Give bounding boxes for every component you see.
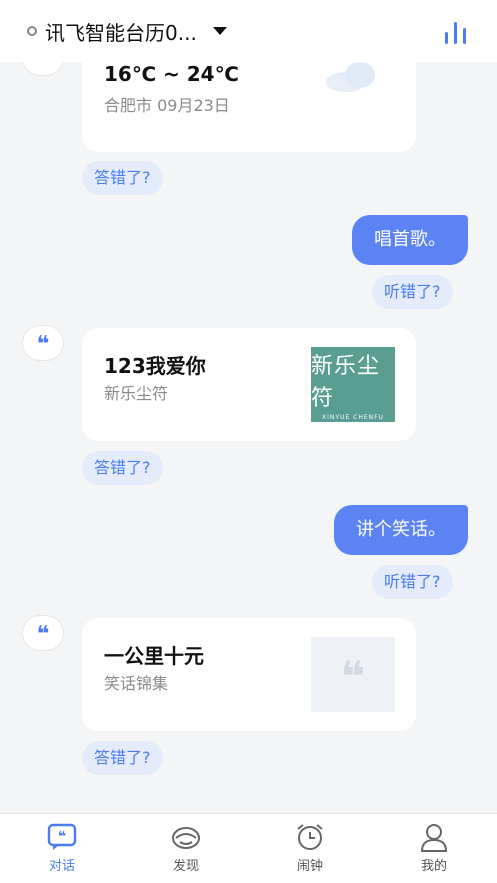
- tab-alarm[interactable]: 闹钟: [248, 814, 372, 883]
- answer-wrong-button[interactable]: 答错了?: [82, 451, 163, 485]
- tab-discover[interactable]: 发现: [124, 814, 248, 883]
- svg-text:❝: ❝: [58, 829, 66, 845]
- weather-card[interactable]: 16℃ ~ 24℃ 合肥市 09月23日: [82, 62, 416, 152]
- user-message: 讲个笑话。: [334, 505, 468, 555]
- heard-wrong-button[interactable]: 听错了?: [372, 275, 453, 309]
- chat-quote-icon: ❝: [47, 823, 77, 850]
- discover-icon: [172, 827, 200, 849]
- top-bar: 讯飞智能台历0...: [0, 0, 497, 62]
- bottom-tab-bar: ❝ 对话 发现 闹钟 我的: [0, 813, 497, 883]
- profile-icon: [420, 824, 448, 852]
- joke-card[interactable]: 一公里十元 笑话锦集 ❝: [82, 618, 416, 731]
- device-name[interactable]: 讯飞智能台历0...: [45, 17, 197, 46]
- quote-icon: ❝: [22, 325, 64, 361]
- heard-wrong-button[interactable]: 听错了?: [372, 565, 453, 599]
- voice-wave-icon[interactable]: [443, 22, 469, 44]
- album-cover: 新乐尘符 XINYUE CHENFU: [311, 347, 395, 422]
- tab-profile[interactable]: 我的: [372, 814, 496, 883]
- quote-icon: ❝: [311, 637, 395, 712]
- weather-location-date: 合肥市 09月23日: [104, 96, 230, 115]
- tab-chat[interactable]: ❝ 对话: [0, 814, 124, 883]
- assistant-avatar: [22, 62, 64, 76]
- answer-wrong-button[interactable]: 答错了?: [82, 741, 163, 775]
- song-title: 123我爱你: [104, 354, 206, 378]
- weather-temperature: 16℃ ~ 24℃: [104, 62, 239, 86]
- answer-wrong-button[interactable]: 答错了?: [82, 161, 163, 195]
- quote-icon: ❝: [22, 615, 64, 651]
- user-message: 唱首歌。: [352, 215, 468, 265]
- cloud-icon: [326, 62, 375, 92]
- joke-title: 一公里十元: [104, 644, 204, 668]
- device-status-icon: [27, 26, 37, 36]
- joke-category: 笑话锦集: [104, 674, 169, 693]
- alarm-clock-icon: [297, 824, 323, 850]
- music-card[interactable]: 123我爱你 新乐尘符 新乐尘符 XINYUE CHENFU: [82, 328, 416, 441]
- caret-down-icon[interactable]: [212, 27, 227, 35]
- conversation-area[interactable]: 16℃ ~ 24℃ 合肥市 09月23日 答错了? 唱首歌。 听错了? ❝ 12…: [0, 62, 497, 814]
- song-artist: 新乐尘符: [104, 384, 169, 403]
